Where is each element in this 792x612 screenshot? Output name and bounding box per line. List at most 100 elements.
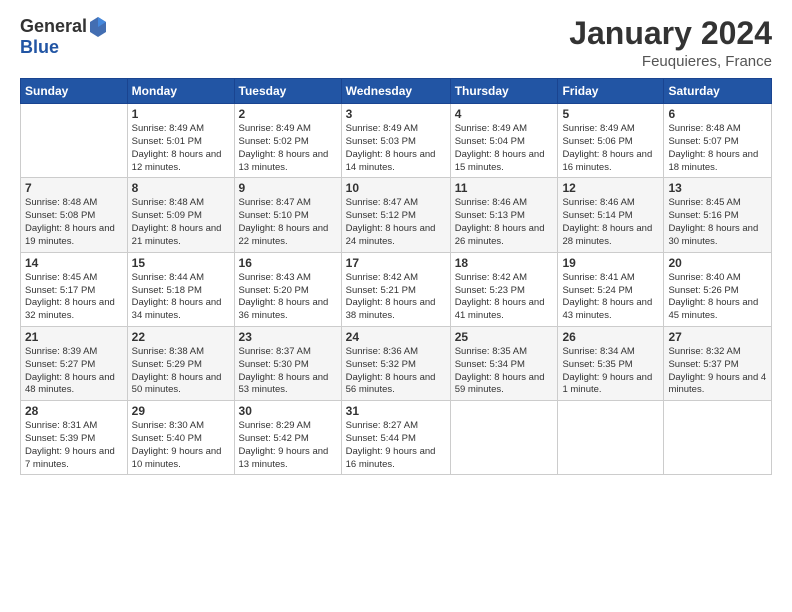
calendar-cell <box>664 401 772 475</box>
day-number: 16 <box>239 256 337 270</box>
header: General Blue January 2024 Feuquieres, Fr… <box>20 16 772 70</box>
day-info: Sunrise: 8:49 AM Sunset: 5:03 PM Dayligh… <box>346 123 446 174</box>
day-info: Sunrise: 8:34 AM Sunset: 5:35 PM Dayligh… <box>562 346 659 397</box>
day-number: 26 <box>562 330 659 344</box>
calendar-cell: 5 Sunrise: 8:49 AM Sunset: 5:06 PM Daylig… <box>558 104 664 178</box>
calendar-cell: 11Sunrise: 8:46 AM Sunset: 5:13 PM Dayli… <box>450 178 558 252</box>
day-info: Sunrise: 8:31 AM Sunset: 5:39 PM Dayligh… <box>25 420 123 471</box>
calendar-cell <box>450 401 558 475</box>
day-number: 29 <box>132 404 230 418</box>
logo-general-text: General <box>20 17 87 37</box>
day-info: Sunrise: 8:49 AM Sunset: 5:02 PM Dayligh… <box>239 123 337 174</box>
day-number: 15 <box>132 256 230 270</box>
day-number: 2 <box>239 107 337 121</box>
day-number: 24 <box>346 330 446 344</box>
day-info: Sunrise: 8:38 AM Sunset: 5:29 PM Dayligh… <box>132 346 230 397</box>
day-number: 27 <box>668 330 767 344</box>
day-info: Sunrise: 8:48 AM Sunset: 5:08 PM Dayligh… <box>25 197 123 248</box>
calendar-cell: 22 Sunrise: 8:38 AM Sunset: 5:29 PM Dayli… <box>127 326 234 400</box>
weekday-header-monday: Monday <box>127 79 234 104</box>
day-info: Sunrise: 8:47 AM Sunset: 5:12 PM Dayligh… <box>346 197 446 248</box>
day-info: Sunrise: 8:37 AM Sunset: 5:30 PM Dayligh… <box>239 346 337 397</box>
calendar-week-row: 7Sunrise: 8:48 AM Sunset: 5:08 PM Daylig… <box>21 178 772 252</box>
day-number: 23 <box>239 330 337 344</box>
day-info: Sunrise: 8:49 AM Sunset: 5:01 PM Dayligh… <box>132 123 230 174</box>
calendar-cell: 18Sunrise: 8:42 AM Sunset: 5:23 PM Dayli… <box>450 252 558 326</box>
calendar-cell: 13 Sunrise: 8:45 AM Sunset: 5:16 PM Dayli… <box>664 178 772 252</box>
day-number: 6 <box>668 107 767 121</box>
calendar-cell: 14Sunrise: 8:45 AM Sunset: 5:17 PM Dayli… <box>21 252 128 326</box>
page: General Blue January 2024 Feuquieres, Fr… <box>0 0 792 612</box>
day-number: 8 <box>132 181 230 195</box>
calendar-cell: 25 Sunrise: 8:35 AM Sunset: 5:34 PM Dayli… <box>450 326 558 400</box>
day-info: Sunrise: 8:48 AM Sunset: 5:09 PM Dayligh… <box>132 197 230 248</box>
day-number: 31 <box>346 404 446 418</box>
calendar-cell <box>21 104 128 178</box>
day-number: 25 <box>455 330 554 344</box>
calendar-cell: 16 Sunrise: 8:43 AM Sunset: 5:20 PM Dayli… <box>234 252 341 326</box>
calendar-cell: 6Sunrise: 8:48 AM Sunset: 5:07 PM Daylig… <box>664 104 772 178</box>
calendar-cell: 12Sunrise: 8:46 AM Sunset: 5:14 PM Dayli… <box>558 178 664 252</box>
day-info: Sunrise: 8:45 AM Sunset: 5:16 PM Dayligh… <box>668 197 767 248</box>
calendar-week-row: 28 Sunrise: 8:31 AM Sunset: 5:39 PM Dayli… <box>21 401 772 475</box>
calendar-cell: 30 Sunrise: 8:29 AM Sunset: 5:42 PM Dayli… <box>234 401 341 475</box>
weekday-header-tuesday: Tuesday <box>234 79 341 104</box>
day-number: 17 <box>346 256 446 270</box>
weekday-header-wednesday: Wednesday <box>341 79 450 104</box>
title-section: January 2024 Feuquieres, France <box>569 16 772 70</box>
day-number: 1 <box>132 107 230 121</box>
day-info: Sunrise: 8:46 AM Sunset: 5:13 PM Dayligh… <box>455 197 554 248</box>
calendar-cell: 29 Sunrise: 8:30 AM Sunset: 5:40 PM Dayli… <box>127 401 234 475</box>
calendar-cell: 15 Sunrise: 8:44 AM Sunset: 5:18 PM Dayli… <box>127 252 234 326</box>
calendar-cell: 26 Sunrise: 8:34 AM Sunset: 5:35 PM Dayli… <box>558 326 664 400</box>
weekday-header-sunday: Sunday <box>21 79 128 104</box>
day-info: Sunrise: 8:36 AM Sunset: 5:32 PM Dayligh… <box>346 346 446 397</box>
day-info: Sunrise: 8:44 AM Sunset: 5:18 PM Dayligh… <box>132 272 230 323</box>
calendar-cell: 19Sunrise: 8:41 AM Sunset: 5:24 PM Dayli… <box>558 252 664 326</box>
calendar-cell: 23 Sunrise: 8:37 AM Sunset: 5:30 PM Dayli… <box>234 326 341 400</box>
day-info: Sunrise: 8:49 AM Sunset: 5:06 PM Dayligh… <box>562 123 659 174</box>
day-number: 18 <box>455 256 554 270</box>
day-number: 22 <box>132 330 230 344</box>
day-info: Sunrise: 8:49 AM Sunset: 5:04 PM Dayligh… <box>455 123 554 174</box>
day-number: 30 <box>239 404 337 418</box>
calendar-cell: 8 Sunrise: 8:48 AM Sunset: 5:09 PM Daylig… <box>127 178 234 252</box>
calendar-cell: 20Sunrise: 8:40 AM Sunset: 5:26 PM Dayli… <box>664 252 772 326</box>
day-info: Sunrise: 8:27 AM Sunset: 5:44 PM Dayligh… <box>346 420 446 471</box>
calendar-cell: 17 Sunrise: 8:42 AM Sunset: 5:21 PM Dayli… <box>341 252 450 326</box>
day-info: Sunrise: 8:32 AM Sunset: 5:37 PM Dayligh… <box>668 346 767 397</box>
calendar-cell: 4Sunrise: 8:49 AM Sunset: 5:04 PM Daylig… <box>450 104 558 178</box>
weekday-header-saturday: Saturday <box>664 79 772 104</box>
day-number: 21 <box>25 330 123 344</box>
subtitle: Feuquieres, France <box>569 53 772 70</box>
day-number: 28 <box>25 404 123 418</box>
day-info: Sunrise: 8:39 AM Sunset: 5:27 PM Dayligh… <box>25 346 123 397</box>
calendar-table: SundayMondayTuesdayWednesdayThursdayFrid… <box>20 78 772 475</box>
day-info: Sunrise: 8:46 AM Sunset: 5:14 PM Dayligh… <box>562 197 659 248</box>
day-info: Sunrise: 8:47 AM Sunset: 5:10 PM Dayligh… <box>239 197 337 248</box>
calendar-cell <box>558 401 664 475</box>
day-number: 3 <box>346 107 446 121</box>
day-info: Sunrise: 8:29 AM Sunset: 5:42 PM Dayligh… <box>239 420 337 471</box>
day-number: 9 <box>239 181 337 195</box>
calendar-cell: 24 Sunrise: 8:36 AM Sunset: 5:32 PM Dayli… <box>341 326 450 400</box>
weekday-header-friday: Friday <box>558 79 664 104</box>
day-info: Sunrise: 8:42 AM Sunset: 5:21 PM Dayligh… <box>346 272 446 323</box>
day-info: Sunrise: 8:30 AM Sunset: 5:40 PM Dayligh… <box>132 420 230 471</box>
day-number: 5 <box>562 107 659 121</box>
day-info: Sunrise: 8:40 AM Sunset: 5:26 PM Dayligh… <box>668 272 767 323</box>
day-info: Sunrise: 8:43 AM Sunset: 5:20 PM Dayligh… <box>239 272 337 323</box>
logo: General Blue <box>20 16 107 58</box>
calendar-cell: 9 Sunrise: 8:47 AM Sunset: 5:10 PM Daylig… <box>234 178 341 252</box>
day-number: 10 <box>346 181 446 195</box>
calendar-cell: 3 Sunrise: 8:49 AM Sunset: 5:03 PM Daylig… <box>341 104 450 178</box>
weekday-header-thursday: Thursday <box>450 79 558 104</box>
day-number: 13 <box>668 181 767 195</box>
calendar-cell: 1 Sunrise: 8:49 AM Sunset: 5:01 PM Daylig… <box>127 104 234 178</box>
day-number: 14 <box>25 256 123 270</box>
day-info: Sunrise: 8:35 AM Sunset: 5:34 PM Dayligh… <box>455 346 554 397</box>
logo-blue-text: Blue <box>20 37 59 57</box>
calendar-week-row: 14Sunrise: 8:45 AM Sunset: 5:17 PM Dayli… <box>21 252 772 326</box>
calendar-week-row: 21 Sunrise: 8:39 AM Sunset: 5:27 PM Dayli… <box>21 326 772 400</box>
main-title: January 2024 <box>569 16 772 51</box>
